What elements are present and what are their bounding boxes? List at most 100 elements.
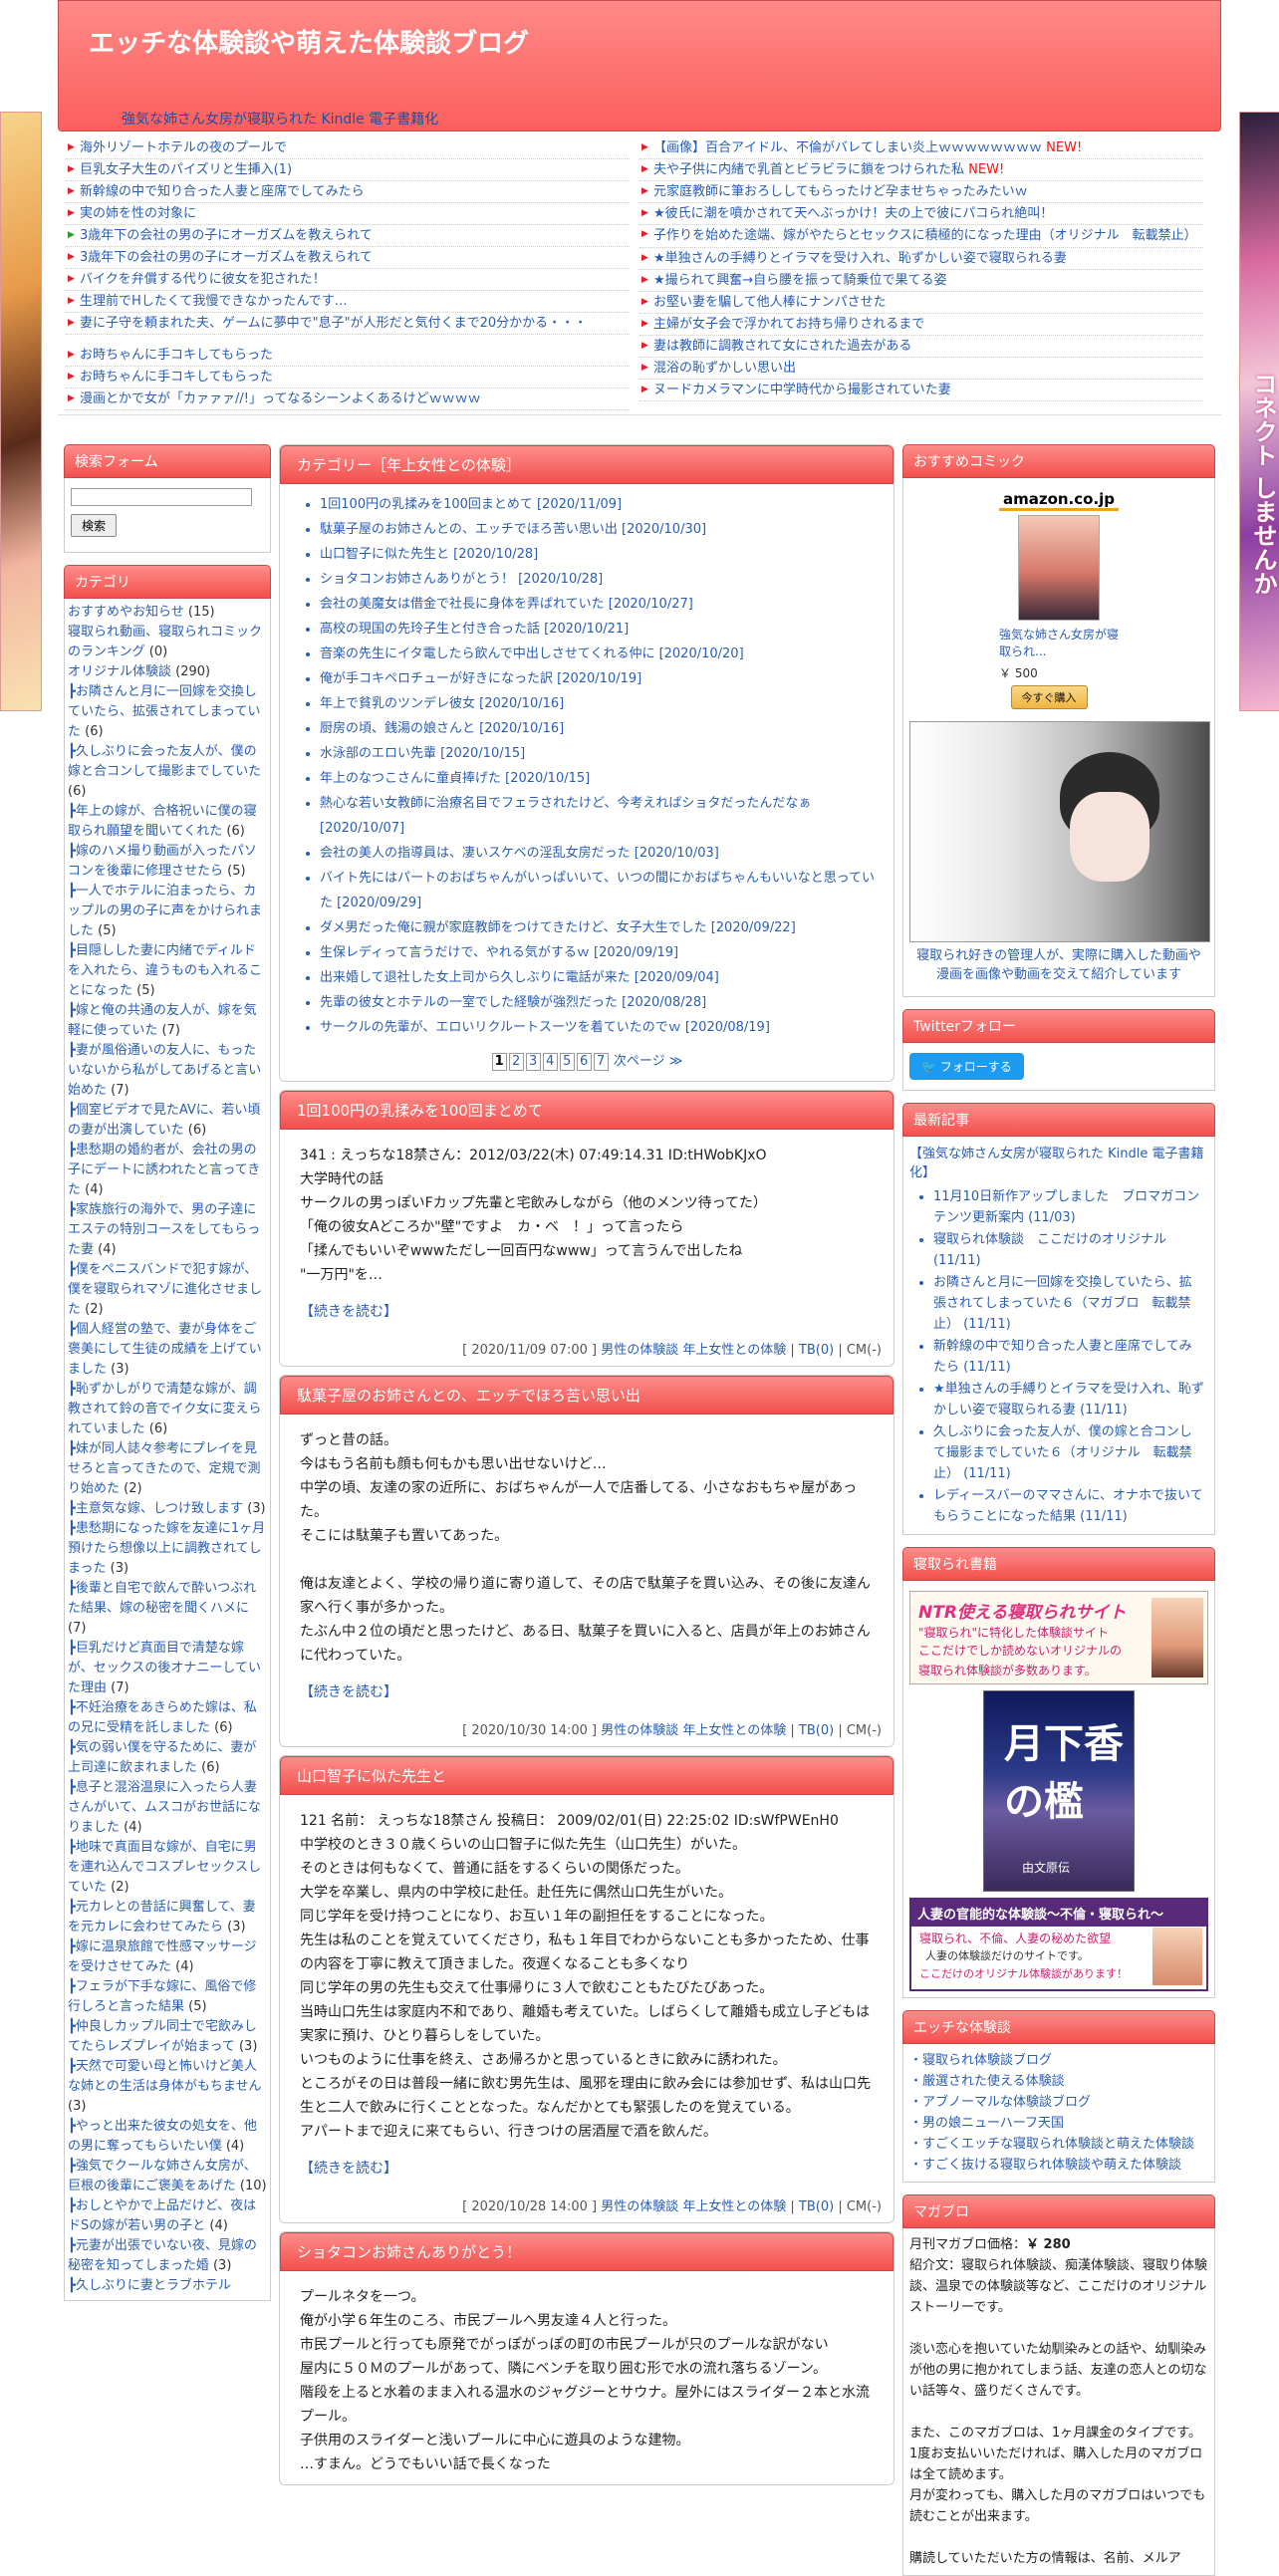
category-link[interactable]: ┣地味で真面目な嫁が、自宅に男を連れ込んでコスプレセックスしていた xyxy=(68,1840,261,1895)
top-link-text[interactable]: お時ちゃんに手コキしてもらった xyxy=(80,370,273,385)
kindle-link[interactable]: 強気な姉さん女房が寝取られた Kindle 電子書籍化 xyxy=(122,109,438,129)
category-article-link[interactable]: 駄菓子屋のお姉さんとの、エッチでほろ苦い思い出 [2020/10/30] xyxy=(320,522,706,537)
recent-link[interactable]: 11月10日新作アップしました ブロマガコンテンツ更新案内 (11/03) xyxy=(933,1189,1199,1225)
category-article-link[interactable]: ダメ男だった俺に親が家庭教師をつけてきたけど、女子大生でした [2020/09/… xyxy=(320,920,796,935)
category-item[interactable]: ┣嫁と俺の共通の友人が、嫁を気軽に使っていた (7) xyxy=(68,1001,267,1041)
category-item[interactable]: ┣妻が風俗通いの友人に、もったいないから私がしてあげると言い始めた (7) xyxy=(68,1041,267,1101)
top-link-text[interactable]: 生理前でHしたくて我慢できなかったんです… xyxy=(80,294,348,309)
category-link[interactable]: ┣主意気な嫁、しつけ致します xyxy=(68,1501,243,1516)
ntr-site-banner[interactable]: NTR使える寝取られサイト "寝取られ"に特化した体験談サイト ここだけでしか読… xyxy=(909,1591,1208,1684)
top-link-text[interactable]: ★撮られて興奮→自ら腰を振って騎乗位で果てる姿 xyxy=(653,273,947,288)
category-link[interactable]: ┣フェラが下手な嫁に、風俗で修行しろと言った結果 xyxy=(68,1979,256,2014)
top-link-item[interactable]: 【画像】百合アイドル、不倫がバレてしまい炎上ｗｗｗｗｗｗｗｗ NEW! xyxy=(640,137,1203,159)
category-article-link[interactable]: ショタコンお姉さんありがとう！ [2020/10/28] xyxy=(320,572,603,587)
category-link[interactable]: ┣患愁期になった嫁を友達に1ヶ月預けたら想像以上に調教されてしまった xyxy=(68,1521,265,1576)
top-link-text[interactable]: 実の姉を性の対象に xyxy=(80,206,196,221)
top-link-text[interactable]: ★彼氏に潮を噴かされて天へぶっかけ！夫の上で彼にパコられ絶叫！ xyxy=(653,206,1053,221)
top-link-text[interactable]: 子作りを始めた途端、嫁がやたらとセックスに積極的になった理由（オリジナル 転載禁… xyxy=(653,228,1197,243)
h-link[interactable]: ・すごく抜ける寝取られ体験談や萌えた体験談 xyxy=(909,2155,1208,2176)
entry-category-link[interactable]: 男性の体験談 xyxy=(601,1343,678,1358)
recent-link[interactable]: レディースバーのママさんに、オナホで抜いてもらうことになった結果 (11/11) xyxy=(933,1488,1203,1524)
top-link-item[interactable]: バイクを弁償する代りに彼女を犯された！ xyxy=(66,269,630,291)
top-link-item[interactable]: ★撮られて興奮→自ら腰を振って騎乗位で果てる姿 xyxy=(640,270,1203,292)
top-link-item[interactable]: 夫や子供に内緒で乳首とビラビラに鎖をつけられた私 NEW! xyxy=(640,159,1203,181)
recent-link[interactable]: お隣さんと月に一回嫁を交換していたら、拡張されてしまっていた６（マガブロ 転載禁… xyxy=(933,1275,1192,1332)
category-item[interactable]: ┣フェラが下手な嫁に、風俗で修行しろと言った結果 (5) xyxy=(68,1977,267,2017)
category-article-link[interactable]: バイト先にはパートのおばちゃんがいっぱいいて、いつの間にかおばちゃんもいいなと思… xyxy=(320,871,875,910)
entry-title[interactable]: ショタコンお姉さんありがとう！ xyxy=(280,2232,894,2271)
top-link-text[interactable]: バイクを弁償する代りに彼女を犯された！ xyxy=(80,272,326,287)
top-link-item[interactable]: 実の姉を性の対象に xyxy=(66,203,630,225)
category-item[interactable]: ┣仲良しカップル同士で宅飲みしてたらレズプレイが始まって (3) xyxy=(68,2017,267,2057)
category-item[interactable]: ┣気の弱い僕を守るために、妻が上司達に飲まれました (6) xyxy=(68,1738,267,1778)
category-link[interactable]: ┣巨乳だけど真面目で清楚な嫁が、セックスの後オナニーしていた理由 xyxy=(68,1641,261,1695)
category-item[interactable]: ┣個室ビデオで見たAVに、若い頃の妻が出演していた (6) xyxy=(68,1101,267,1141)
category-item[interactable]: ┣久しぶりに会った友人が、僕の嫁と合コンして撮影までしていた (6) xyxy=(68,742,267,802)
top-link-item[interactable]: 生理前でHしたくて我慢できなかったんです… xyxy=(66,291,630,313)
category-link[interactable]: ┣目隠しした妻に内緒でディルドを入れたら、違うものも入れることになった xyxy=(68,943,262,998)
top-link-item[interactable]: 巨乳女子大生のパイズリと生挿入(1) xyxy=(66,159,630,181)
category-link[interactable]: ┣個人経営の塾で、妻が身体をご褒美にして生徒の成績を上げていました xyxy=(68,1322,262,1377)
trackback-link[interactable]: TB(0) xyxy=(799,1343,834,1358)
top-link-item[interactable]: 妻は教師に調教されて女にされた過去がある xyxy=(640,336,1203,358)
category-article-link[interactable]: 年上で貧乳のツンデレ彼女 [2020/10/16] xyxy=(320,696,564,711)
top-link-item[interactable]: お堅い妻を騙して他人棒にナンパさせた xyxy=(640,292,1203,314)
category-item[interactable]: ┣患愁期の婚約者が、会社の男の子にデートに誘われたと言ってきた (4) xyxy=(68,1141,267,1200)
book-banner[interactable]: 月下香の檻 由文原伝 xyxy=(983,1690,1135,1892)
category-item[interactable]: ┣元妻が出張でいない夜、見嫁の秘密を知ってしまった婚 (3) xyxy=(68,2236,267,2276)
read-more-link[interactable]: 【続きを読む】 xyxy=(300,1304,397,1320)
category-link[interactable]: ┣妻が風俗通いの友人に、もったいないから私がしてあげると言い始めた xyxy=(68,1043,261,1098)
category-item[interactable]: オリジナル体験談 (290) xyxy=(68,662,267,682)
recent-link[interactable]: 寝取られ体験談 ここだけのオリジナル (11/11) xyxy=(933,1232,1166,1268)
top-link-item[interactable]: 海外リゾートホテルの夜のプールで xyxy=(66,137,630,159)
page-link[interactable]: 5 xyxy=(559,1053,575,1071)
top-link-item[interactable]: 新幹線の中で知り合った人妻と座席でしてみたら xyxy=(66,181,630,203)
category-link[interactable]: ┣妹が同人誌々参考にプレイを見せろと言ってきたので、定規で測り始めた xyxy=(68,1441,260,1496)
category-link[interactable]: ┣嫁に温泉旅館で性感マッサージを受けさせてみた xyxy=(68,1939,257,1974)
recent-kindle-link[interactable]: 【強気な姉さん女房が寝取られた Kindle 電子書籍化】 xyxy=(909,1143,1208,1186)
category-link[interactable]: ┣久しぶりに会った友人が、僕の嫁と合コンして撮影までしていた xyxy=(68,744,261,779)
category-link[interactable]: ┣息子と混浴温泉に入ったら人妻さんがいて、ムスコがお世話になりました xyxy=(68,1780,261,1835)
category-item[interactable]: ┣個人経営の塾で、妻が身体をご褒美にして生徒の成績を上げていました (3) xyxy=(68,1320,267,1380)
book-title-link[interactable]: 強気な姉さん女房が寝取られ... xyxy=(999,627,1119,660)
top-link-text[interactable]: 新幹線の中で知り合った人妻と座席でしてみたら xyxy=(80,184,365,199)
category-item[interactable]: ┣一人でホテルに泊まったら、カップルの男の子に声をかけられました (5) xyxy=(68,882,267,941)
top-link-text[interactable]: 3歳年下の会社の男の子にオーガズムを教えられて xyxy=(80,250,373,265)
top-link-item[interactable]: 妻に子守を頼まれた夫、ゲームに夢中で"息子"が人形だと気付くまで20分かかる・・… xyxy=(66,313,630,335)
read-more-link[interactable]: 【続きを読む】 xyxy=(300,1684,397,1700)
category-item[interactable]: ┣主意気な嫁、しつけ致します (3) xyxy=(68,1499,267,1519)
category-article-link[interactable]: 出来婚して退社した女上司から久しぶりに電話が来た [2020/09/04] xyxy=(320,970,719,985)
category-article-link[interactable]: サークルの先輩が、エロいリクルートスーツを着ていたのでｗ [2020/08/19… xyxy=(320,1020,770,1035)
next-page-link[interactable]: 次ページ ≫ xyxy=(614,1054,682,1069)
top-link-item[interactable]: お時ちゃんに手コキしてもらった xyxy=(66,367,630,388)
entry-title[interactable]: 駄菓子屋のお姉さんとの、エッチでほろ苦い思い出 xyxy=(280,1376,894,1415)
recent-link[interactable]: 久しぶりに会った友人が、僕の嫁と合コンして撮影までしていた６（オリジナル 転載禁… xyxy=(933,1424,1192,1481)
top-link-item[interactable]: 元家庭教師に筆おろししてもらったけど孕ませちゃったみたいｗ xyxy=(640,181,1203,203)
category-article-link[interactable]: 生保レディって言うだけで、やれる気がするｗ [2020/09/19] xyxy=(320,945,678,960)
category-item[interactable]: ┣家族旅行の海外で、男の子達にエステの特別コースをしてもらった妻 (4) xyxy=(68,1200,267,1260)
h-link[interactable]: ・寝取られ体験談ブログ xyxy=(909,2050,1208,2071)
page-link[interactable]: 7 xyxy=(593,1053,609,1071)
category-item[interactable]: ┣息子と混浴温泉に入ったら人妻さんがいて、ムスコがお世話になりました (4) xyxy=(68,1778,267,1838)
top-link-item[interactable]: ★単独さんの手縛りとイラマを受け入れ、恥ずかしい姿で寝取られる妻 xyxy=(640,248,1203,270)
buy-now-button[interactable]: 今すぐ購入 xyxy=(1010,685,1088,709)
top-link-text[interactable]: お時ちゃんに手コキしてもらった xyxy=(80,348,273,363)
top-link-text[interactable]: 漫画とかで女が「カァァァ//!」ってなるシーンよくあるけどｗｗｗｗ xyxy=(80,391,481,406)
category-item[interactable]: ┣地味で真面目な嫁が、自宅に男を連れ込んでコスプレセックスしていた (2) xyxy=(68,1838,267,1898)
category-article-link[interactable]: 高校の現国の先玲子生と付き合った話 [2020/10/21] xyxy=(320,622,629,637)
top-link-text[interactable]: 主婦が女子会で浮かれてお持ち帰りされるまで xyxy=(653,317,924,332)
top-link-text[interactable]: 元家庭教師に筆おろししてもらったけど孕ませちゃったみたいｗ xyxy=(653,184,1028,199)
left-side-ad[interactable] xyxy=(0,112,42,711)
entry-category-link[interactable]: 年上女性との体験 xyxy=(682,2199,786,2214)
site-title[interactable]: エッチな体験談や萌えた体験談ブログ xyxy=(89,23,529,60)
page-link[interactable]: 1 xyxy=(491,1053,507,1071)
twitter-follow-button[interactable]: 🐦 フォローする xyxy=(909,1053,1024,1080)
h-link[interactable]: ・すごくエッチな寝取られ体験談と萌えた体験談 xyxy=(909,2134,1208,2155)
category-link[interactable]: ┣天然で可愛い母と怖いけど美人な姉との生活は身体がもちません xyxy=(68,2059,261,2094)
category-item[interactable]: おすすめやお知らせ (15) xyxy=(68,603,267,623)
category-item[interactable]: 寝取られ動画、寝取られコミックのランキング (0) xyxy=(68,623,267,662)
category-item[interactable]: ┣嫁のハメ撮り動画が入ったパソコンを後輩に修理させたら (5) xyxy=(68,842,267,882)
entry-title[interactable]: 1回100円の乳揉みを100回まとめて xyxy=(280,1091,894,1130)
read-more-link[interactable]: 【続きを読む】 xyxy=(300,2161,397,2177)
category-item[interactable]: ┣元カレとの昔話に興奮して、妻を元カレに会わせてみたら (3) xyxy=(68,1898,267,1937)
